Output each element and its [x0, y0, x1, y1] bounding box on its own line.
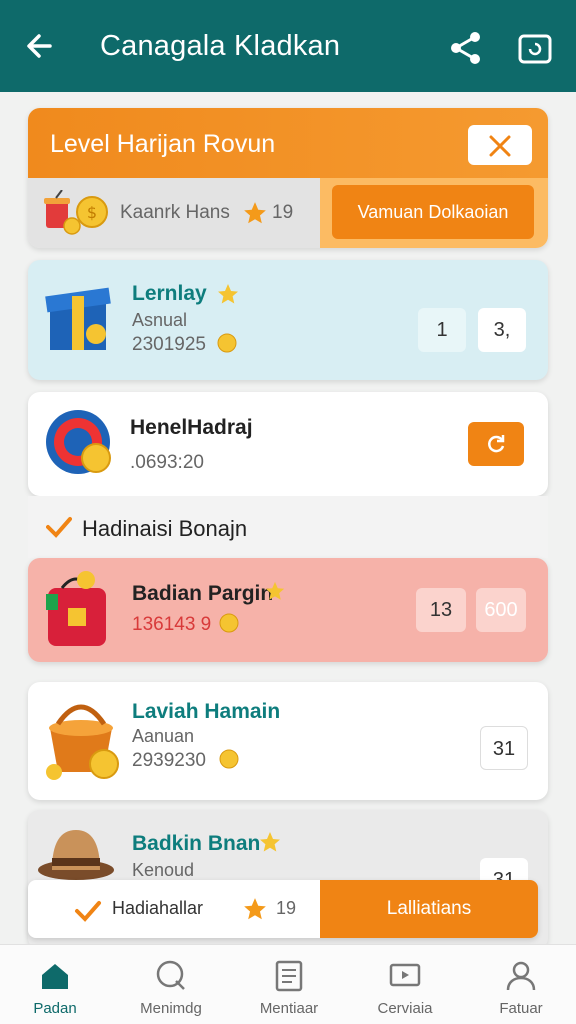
- star-icon: [260, 832, 280, 852]
- section-label: Hadinaisi Bonajn: [82, 516, 248, 541]
- summary-action-bar: Hadiahallar 19 Lalliatians: [28, 880, 538, 938]
- check-icon: [46, 517, 72, 538]
- item-title: Badkin Bnan: [132, 832, 261, 855]
- share-icon[interactable]: [446, 28, 486, 68]
- home-icon: [42, 964, 68, 989]
- count-pill[interactable]: 31: [480, 726, 528, 770]
- item-title: HenelHadraj: [130, 416, 253, 439]
- claim-button[interactable]: Vamuan Dolkaoian: [320, 178, 548, 248]
- list-item[interactable]: Laviah Hamain Aanuan 2939230 31: [28, 682, 548, 800]
- item-subtitle: Asnual: [132, 310, 188, 330]
- item-value: .0693:20: [130, 452, 204, 473]
- count-pill[interactable]: 1: [418, 308, 466, 352]
- search-icon: [156, 960, 185, 990]
- nav-item-home[interactable]: Padan: [0, 945, 110, 1024]
- check-icon: [75, 901, 101, 922]
- list-item-highlighted[interactable]: Badian Pargin 136143 9 13 600: [28, 558, 548, 662]
- item-subtitle: Kenoud: [132, 860, 195, 880]
- tv-icon: [389, 963, 421, 987]
- page-title: Canagala Kladkan: [100, 30, 341, 62]
- count-pill[interactable]: 13: [416, 588, 466, 632]
- daily-level-banner: Level Harijan Rovun $ Kaanrk Hans 19 Vam…: [28, 108, 548, 248]
- item-title: Laviah Hamain: [132, 700, 281, 723]
- banner-subrow: $ Kaanrk Hans 19: [28, 178, 320, 248]
- close-button[interactable]: [468, 125, 532, 165]
- banner-title: Level Harijan Rovun: [50, 130, 276, 158]
- refresh-button[interactable]: [468, 422, 524, 466]
- nav-label: Menimdg: [140, 1000, 202, 1017]
- coin-icon: [219, 613, 239, 633]
- gift-bag-icon: [46, 571, 106, 646]
- nav-label: Fatuar: [499, 1000, 543, 1017]
- section-header: Hadinaisi Bonajn: [28, 496, 548, 558]
- nav-item-tv[interactable]: Cerviaia: [350, 945, 460, 1024]
- gift-box-icon: [45, 287, 111, 350]
- nav-label: Padan: [33, 1000, 77, 1017]
- coin-basket-icon: [46, 704, 119, 780]
- item-title: Badian Pargin: [132, 582, 274, 605]
- list-item[interactable]: Lernlay Asnual 2301925 1 3,: [28, 260, 548, 380]
- star-icon: [218, 284, 238, 304]
- item-subtitle: Aanuan: [132, 726, 195, 746]
- list-item[interactable]: HenelHadraj .0693:20: [28, 392, 548, 496]
- coin-icon: [219, 749, 239, 769]
- target-icon: [46, 410, 111, 474]
- cast-icon[interactable]: [516, 30, 554, 68]
- nav-item-search[interactable]: Menimdg: [116, 945, 226, 1024]
- banner-header: Level Harijan Rovun: [28, 108, 548, 178]
- refresh-icon: [488, 435, 505, 453]
- nav-label: Mentiaar: [259, 1000, 319, 1017]
- coin-icon: [217, 333, 237, 353]
- close-icon: [489, 135, 511, 156]
- hat-icon: [38, 830, 114, 880]
- item-title: Lernlay: [132, 282, 207, 305]
- count-pill[interactable]: 3,: [478, 308, 526, 352]
- star-icon: [265, 581, 285, 600]
- star-icon: [244, 898, 266, 920]
- app-header: Canagala Kladkan: [0, 0, 576, 92]
- item-value: 136143 9: [132, 614, 212, 635]
- summary-label: Hadiahallar: [112, 898, 204, 918]
- arrow-left-icon[interactable]: [20, 26, 60, 66]
- nav-label: Cerviaia: [377, 1000, 433, 1017]
- banner-sub-number: 19: [272, 202, 294, 223]
- document-icon: [275, 960, 303, 992]
- nav-item-document[interactable]: Mentiaar: [234, 945, 344, 1024]
- item-value: 2939230: [132, 750, 206, 771]
- banner-sub-text: Kaanrk Hans: [120, 202, 230, 223]
- svg-text:$: $: [87, 203, 97, 222]
- nav-item-profile[interactable]: Fatuar: [466, 945, 576, 1024]
- profile-icon: [506, 961, 536, 991]
- count-pill[interactable]: 600: [476, 588, 526, 632]
- cup-coin-icon: $: [44, 190, 108, 235]
- item-value: 2301925: [132, 334, 206, 355]
- collect-button[interactable]: Lalliatians: [320, 880, 538, 938]
- bottom-navigation: Padan Menimdg Mentiaar Cerviaia Fatuar: [0, 944, 576, 1024]
- star-icon: [244, 202, 266, 224]
- summary-number: 19: [276, 898, 297, 918]
